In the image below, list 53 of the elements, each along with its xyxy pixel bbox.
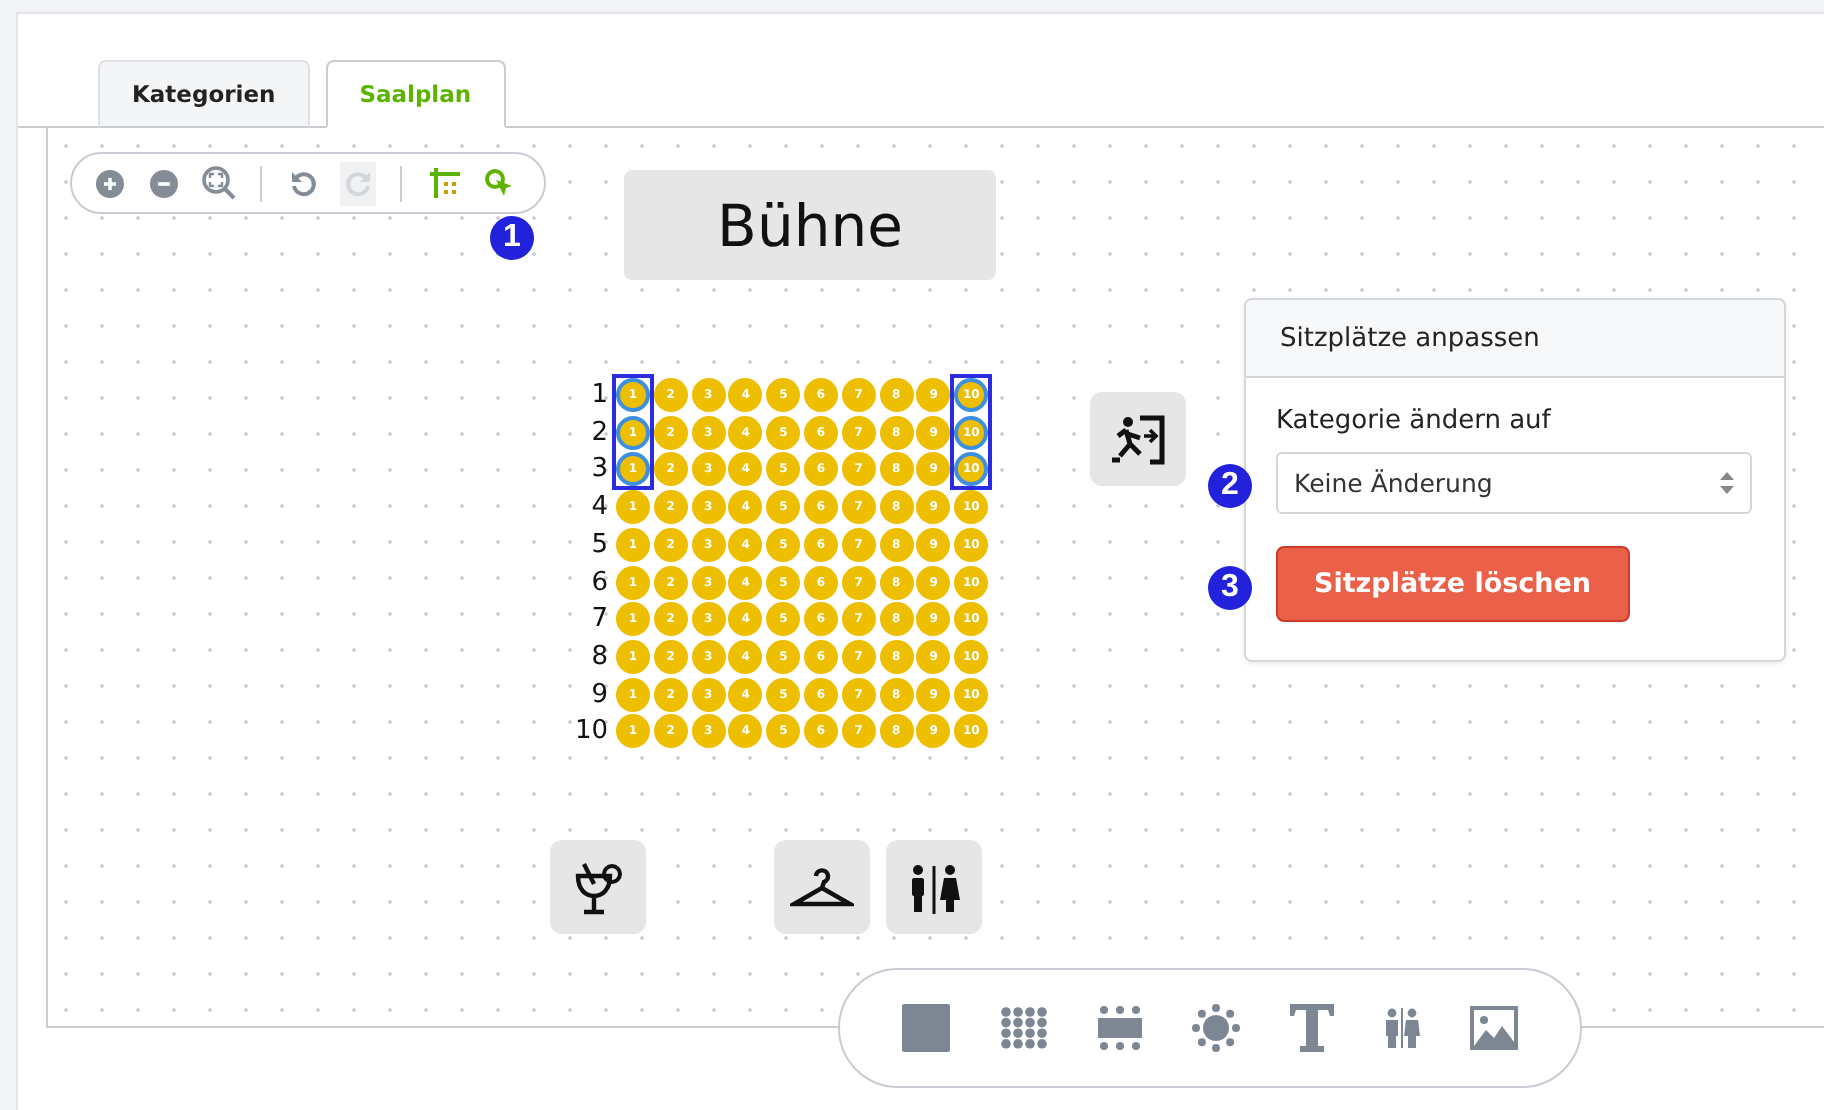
row-label: 7 [589, 602, 608, 637]
restroom-tool[interactable] [1384, 1008, 1421, 1048]
square-icon [901, 1004, 950, 1052]
zoom-in-icon [96, 169, 124, 197]
pointer-icon [483, 168, 513, 198]
undo-icon [290, 169, 318, 197]
row-label: 6 [589, 565, 608, 599]
image-tool[interactable] [1470, 1006, 1519, 1050]
cocktail-icon [572, 859, 624, 915]
round-table-tool[interactable] [1191, 1004, 1240, 1052]
grid-icon [429, 168, 459, 198]
delete-seats-button[interactable]: Sitzplätze löschen [1276, 546, 1630, 622]
zoom-fit-button[interactable] [200, 161, 236, 205]
exit-icon [1110, 413, 1166, 465]
selection-frame [612, 374, 654, 490]
row-label: 8 [589, 639, 608, 674]
restroom-marker[interactable] [886, 840, 982, 934]
redo-icon [344, 169, 372, 197]
sort-arrows-icon [1720, 472, 1734, 494]
tab[interactable]: Kategorien [98, 60, 310, 128]
bar-marker[interactable] [550, 840, 646, 934]
round-table-icon [1191, 1004, 1240, 1052]
stage-label: Bühne [624, 170, 996, 280]
seat-grid-tool[interactable] [999, 1006, 1048, 1050]
step-number: 2 [1208, 464, 1252, 508]
text-tool[interactable] [1290, 1004, 1335, 1052]
block-tool[interactable] [901, 1004, 950, 1052]
row-label: 4 [589, 490, 608, 525]
zoom-fit-icon [201, 166, 235, 200]
hanger-icon [790, 865, 854, 909]
row-label: 10 [572, 714, 608, 749]
restroom-icon [1384, 1008, 1421, 1048]
row-label: 2 [589, 415, 608, 450]
row-label: 1 [589, 378, 608, 412]
step-number: 3 [1208, 566, 1252, 610]
category-select[interactable]: Keine Änderung [1276, 452, 1752, 514]
text-tool-icon [1290, 1004, 1335, 1052]
cloakroom-marker[interactable] [774, 840, 870, 934]
dot-grid-icon [999, 1006, 1048, 1050]
table-icon [1097, 1006, 1142, 1050]
row-label: 3 [589, 452, 608, 487]
restroom-icon [908, 861, 960, 913]
image-icon [1470, 1006, 1519, 1050]
field-label: Kategorie ändern auf [1276, 406, 1551, 436]
table-tool[interactable] [1097, 1006, 1142, 1050]
zoom-out-icon [150, 169, 178, 197]
step-number: 1 [490, 216, 534, 260]
exit-marker[interactable] [1090, 392, 1186, 486]
row-label: 5 [589, 527, 608, 562]
tab[interactable]: Saalplan [325, 60, 506, 128]
selection-frame [950, 374, 993, 490]
panel-title: Sitzplätze anpassen [1246, 300, 1784, 378]
row-label: 9 [589, 677, 608, 712]
